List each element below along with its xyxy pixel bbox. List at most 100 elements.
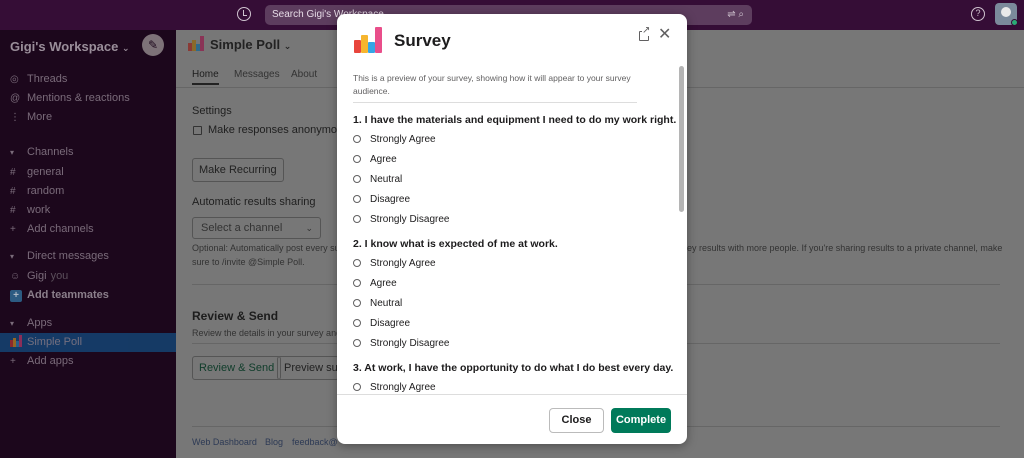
option-q2-strongly-agree[interactable]: Strongly Agree — [353, 258, 436, 269]
footer-link-dashboard[interactable]: Web Dashboard — [192, 437, 257, 447]
page-title[interactable]: Simple Poll ⌄ — [188, 36, 291, 52]
preview-survey-button[interactable]: Preview sur — [277, 356, 339, 380]
plus-icon: + — [10, 290, 22, 302]
option-q2-agree[interactable]: Agree — [353, 278, 397, 289]
option-q1-strongly-agree[interactable]: Strongly Agree — [353, 134, 436, 145]
optional-text-right: ey results with more people. If you're s… — [687, 243, 1003, 253]
modal-title: Survey — [394, 31, 451, 50]
channel-select-value: Select a channel — [201, 222, 283, 234]
chevron-down-icon: ⌄ — [121, 43, 130, 53]
tab-messages[interactable]: Messages — [234, 69, 280, 80]
sidebar: Gigi's Workspace ⌄ ✎ ◎ Threads @ Mentions … — [0, 30, 176, 458]
radio-button[interactable] — [353, 155, 361, 163]
optional-text: Optional: Automatically post every su — [192, 243, 340, 253]
tab-about[interactable]: About — [291, 69, 317, 80]
radio-button[interactable] — [353, 135, 361, 143]
history-icon[interactable] — [237, 7, 251, 21]
search-filter-icon[interactable]: ⇌ ⌕ — [727, 5, 744, 25]
page-title-label: Simple Poll — [210, 37, 281, 52]
radio-button[interactable] — [353, 383, 361, 391]
option-q1-neutral[interactable]: Neutral — [353, 174, 402, 185]
sidebar-item-label: Gigi — [27, 270, 47, 282]
simple-poll-logo-icon — [10, 335, 22, 347]
caret-down-icon: ▾ — [10, 252, 15, 261]
close-icon[interactable]: ✕ — [658, 26, 671, 44]
threads-icon: ◎ — [10, 74, 19, 85]
sidebar-item-work[interactable]: # work — [0, 201, 176, 220]
radio-button[interactable] — [353, 279, 361, 287]
simple-poll-logo-icon — [354, 27, 382, 53]
make-recurring-button[interactable]: Make Recurring — [192, 158, 284, 182]
optional-text-line2: sure to /invite @Simple Poll. — [192, 257, 305, 267]
option-q2-disagree[interactable]: Disagree — [353, 318, 410, 329]
plus-icon: + — [10, 356, 16, 367]
sidebar-item-threads[interactable]: ◎ Threads — [0, 70, 176, 89]
hash-icon: # — [10, 186, 16, 197]
presence-dot — [1011, 19, 1018, 26]
tab-home[interactable]: Home — [192, 69, 219, 85]
option-label: Neutral — [370, 174, 403, 185]
sidebar-item-simple-poll[interactable]: Simple Poll — [0, 333, 176, 352]
dm-header[interactable]: ▾ Direct messages — [0, 250, 109, 262]
sidebar-item-label: Simple Poll — [27, 336, 83, 348]
dm-header-label: Direct messages — [27, 250, 109, 262]
help-icon[interactable]: ? — [971, 7, 985, 21]
sidebar-item-dm-gigi[interactable]: ☺ Gigi you — [0, 267, 176, 286]
caret-down-icon: ▾ — [10, 148, 15, 157]
modal-body[interactable]: This is a preview of your survey, showin… — [337, 66, 687, 394]
modal-scrollbar[interactable] — [679, 66, 684, 212]
question-2: 2. I know what is expected of me at work… — [353, 238, 558, 250]
question-1: 1. I have the materials and equipment I … — [353, 114, 677, 126]
radio-button[interactable] — [353, 259, 361, 267]
option-q2-neutral[interactable]: Neutral — [353, 298, 402, 309]
divider — [353, 102, 637, 103]
at-icon: @ — [10, 93, 21, 104]
sidebar-item-more[interactable]: ⋮ More — [0, 108, 176, 127]
radio-button[interactable] — [353, 339, 361, 347]
sidebar-item-add-channels[interactable]: + Add channels — [0, 220, 176, 239]
workspace-name-label: Gigi's Workspace — [10, 39, 119, 54]
sidebar-item-general[interactable]: # general — [0, 163, 176, 182]
apps-header[interactable]: ▾ Apps — [0, 317, 52, 329]
option-q2-strongly-disagree[interactable]: Strongly Disagree — [353, 338, 449, 349]
sidebar-item-label: Add teammates — [27, 289, 109, 301]
compose-icon[interactable]: ✎ — [142, 34, 164, 56]
workspace-name[interactable]: Gigi's Workspace ⌄ — [10, 39, 130, 54]
sidebar-item-label: general — [27, 166, 64, 178]
option-label: Disagree — [370, 194, 411, 205]
footer-link-feedback[interactable]: feedback@ — [292, 437, 338, 447]
radio-button[interactable] — [353, 215, 361, 223]
option-q1-agree[interactable]: Agree — [353, 154, 397, 165]
channel-select[interactable]: Select a channel ⌄ — [192, 217, 321, 239]
question-3: 3. At work, I have the opportunity to do… — [353, 362, 674, 374]
close-button[interactable]: Close — [549, 408, 604, 433]
option-q3-strongly-agree[interactable]: Strongly Agree — [353, 382, 436, 393]
option-label: Strongly Agree — [370, 382, 436, 393]
complete-button[interactable]: Complete — [611, 408, 671, 433]
option-label: Agree — [370, 278, 397, 289]
radio-button[interactable] — [353, 195, 361, 203]
survey-modal: Survey ✕ This is a preview of your surve… — [337, 14, 687, 444]
sidebar-item-random[interactable]: # random — [0, 182, 176, 201]
review-send-button[interactable]: Review & Send — [192, 356, 282, 380]
simple-poll-logo-icon — [188, 36, 204, 51]
option-q1-strongly-disagree[interactable]: Strongly Disagree — [353, 214, 449, 225]
option-q1-disagree[interactable]: Disagree — [353, 194, 410, 205]
sidebar-item-add-apps[interactable]: + Add apps — [0, 352, 176, 371]
external-link-icon[interactable] — [639, 26, 651, 41]
option-label: Disagree — [370, 318, 411, 329]
channels-header[interactable]: ▾ Channels — [0, 146, 73, 158]
option-label: Neutral — [370, 298, 403, 309]
chevron-down-icon: ⌄ — [305, 223, 313, 233]
anonymous-label: Make responses anonymous — [208, 124, 349, 136]
anonymous-checkbox[interactable] — [193, 126, 202, 135]
sidebar-item-label: Add apps — [27, 355, 74, 367]
review-desc: Review the details in your survey and — [192, 328, 342, 338]
radio-button[interactable] — [353, 175, 361, 183]
radio-button[interactable] — [353, 299, 361, 307]
sidebar-item-mentions[interactable]: @ Mentions & reactions — [0, 89, 176, 108]
footer-link-blog[interactable]: Blog — [265, 437, 283, 447]
divider — [337, 394, 687, 395]
sidebar-item-add-teammates[interactable]: + Add teammates — [0, 286, 176, 305]
radio-button[interactable] — [353, 319, 361, 327]
